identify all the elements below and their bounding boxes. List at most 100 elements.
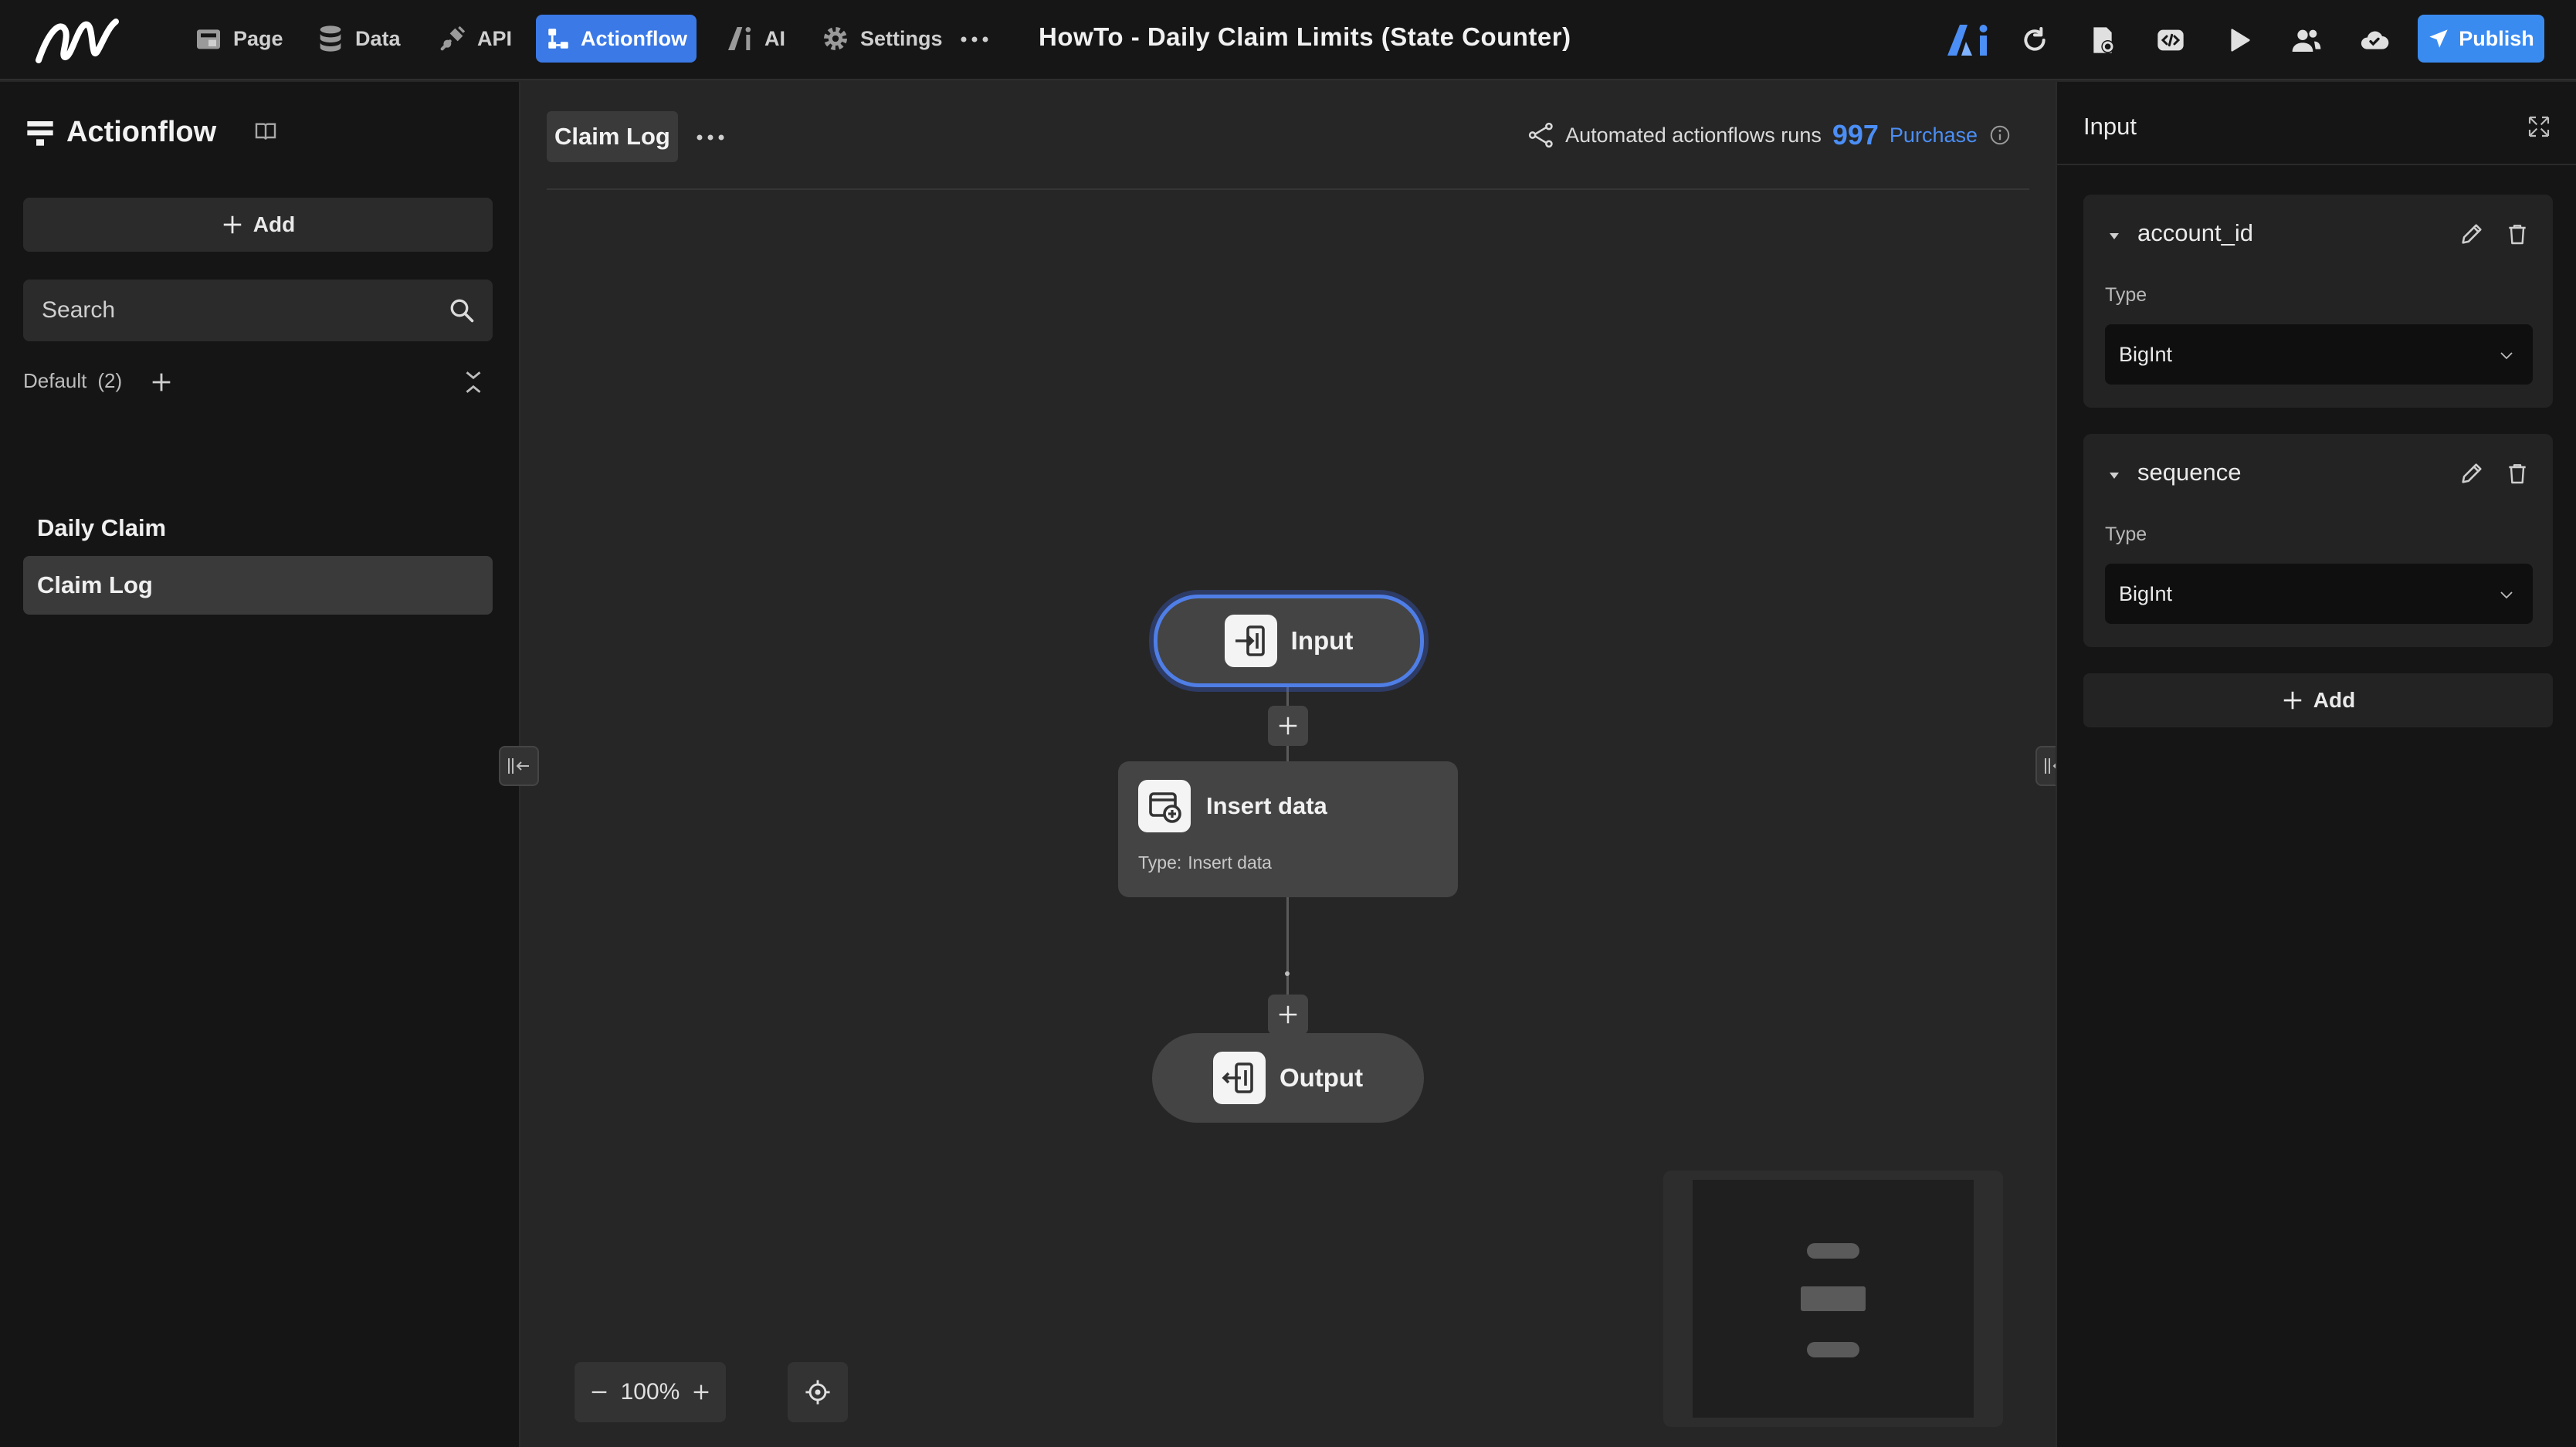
nav-api-label: API bbox=[477, 26, 513, 50]
zoom-controls: 100% bbox=[575, 1362, 726, 1422]
info-icon[interactable] bbox=[1988, 124, 2012, 147]
expand-icon[interactable] bbox=[2527, 114, 2551, 139]
edit-pencil-icon[interactable] bbox=[2459, 221, 2485, 247]
field-type-value: BigInt bbox=[2119, 342, 2173, 366]
database-icon bbox=[320, 25, 341, 52]
top-bar: Page Data API Actionflow AI Settings How… bbox=[0, 0, 2576, 80]
nav-actionflow[interactable]: Actionflow bbox=[536, 15, 697, 63]
fit-view-button[interactable] bbox=[788, 1362, 848, 1422]
nav-actionflow-label: Actionflow bbox=[581, 26, 687, 50]
ai-assistant-icon[interactable] bbox=[1946, 21, 1992, 59]
nav-page[interactable]: Page bbox=[184, 15, 293, 63]
insert-node-type: Type: Insert data bbox=[1138, 852, 1272, 873]
send-icon bbox=[2429, 29, 2448, 48]
trash-icon[interactable] bbox=[2505, 221, 2530, 247]
field-name: sequence bbox=[2137, 459, 2242, 486]
docs-book-icon[interactable] bbox=[253, 119, 278, 144]
add-field-button[interactable]: Add bbox=[2083, 673, 2553, 727]
field-type-select[interactable]: BigInt bbox=[2105, 324, 2533, 385]
sidebar-title: Actionflow bbox=[25, 116, 216, 149]
chevron-down-icon bbox=[2500, 352, 2513, 360]
preview-play-icon[interactable] bbox=[2219, 21, 2258, 59]
zoom-in-icon[interactable] bbox=[690, 1381, 712, 1403]
panel-divider bbox=[2057, 164, 2576, 165]
add-field-label: Add bbox=[2313, 688, 2356, 712]
field-card-sequence: sequence Type BigInt bbox=[2083, 434, 2553, 647]
output-node-label: Output bbox=[1279, 1063, 1364, 1092]
publish-button[interactable]: Publish bbox=[2418, 15, 2544, 63]
nav-data[interactable]: Data bbox=[306, 15, 410, 63]
page-icon bbox=[197, 29, 220, 49]
actionflow-icon bbox=[548, 29, 568, 49]
input-properties-panel: Input account_id Type BigInt sequence Ty… bbox=[2056, 82, 2576, 1447]
add-actionflow-button[interactable]: Add bbox=[23, 198, 493, 252]
plus-icon bbox=[2283, 691, 2302, 710]
flow-tab-label: Claim Log bbox=[554, 123, 670, 150]
nav-page-label: Page bbox=[233, 26, 283, 50]
nav-api[interactable]: API bbox=[428, 15, 521, 63]
caret-down-icon[interactable] bbox=[2107, 229, 2122, 244]
publish-label: Publish bbox=[2459, 26, 2534, 50]
add-group-item-icon[interactable] bbox=[148, 369, 175, 395]
collapse-left-icon bbox=[508, 758, 529, 774]
minimap[interactable] bbox=[1663, 1171, 2003, 1427]
insert-node-type-label: Type: bbox=[1138, 852, 1182, 873]
more-menu-icon[interactable] bbox=[958, 28, 991, 51]
file-settings-icon[interactable] bbox=[2083, 21, 2122, 59]
output-node-icon-box bbox=[1212, 1052, 1266, 1104]
crosshair-icon bbox=[805, 1380, 830, 1405]
field-card-account-id: account_id Type BigInt bbox=[2083, 195, 2553, 408]
edit-pencil-icon[interactable] bbox=[2459, 460, 2485, 486]
canvas-divider bbox=[547, 188, 2029, 190]
code-icon[interactable] bbox=[2151, 21, 2190, 59]
flow-more-icon[interactable] bbox=[693, 122, 727, 153]
cloud-sync-icon[interactable] bbox=[2355, 21, 2394, 59]
group-header[interactable]: Default (2) bbox=[23, 369, 122, 393]
runs-info: Automated actionflows runs 997 Purchase bbox=[1528, 119, 2012, 151]
add-step-button[interactable] bbox=[1268, 706, 1308, 746]
input-node[interactable]: Input bbox=[1154, 595, 1424, 687]
sidebar-title-text: Actionflow bbox=[66, 116, 217, 148]
output-node[interactable]: Output bbox=[1152, 1033, 1424, 1123]
field-type-value: BigInt bbox=[2119, 581, 2173, 605]
field-type-select[interactable]: BigInt bbox=[2105, 564, 2533, 624]
caret-down-icon[interactable] bbox=[2107, 468, 2122, 483]
insert-data-node[interactable]: Insert data Type: Insert data bbox=[1118, 761, 1458, 897]
field-type-label: Type bbox=[2105, 284, 2147, 306]
sidebar-item-label: Daily Claim bbox=[37, 514, 167, 541]
add-step-button[interactable] bbox=[1268, 995, 1308, 1035]
collapse-group-icon[interactable] bbox=[462, 369, 485, 395]
collapse-left-panel-handle[interactable] bbox=[499, 746, 539, 786]
sidebar-item-label: Claim Log bbox=[37, 571, 153, 598]
minimap-node bbox=[1801, 1286, 1866, 1311]
purchase-link[interactable]: Purchase bbox=[1890, 124, 1978, 147]
gear-icon bbox=[824, 27, 847, 50]
zoom-out-icon[interactable] bbox=[588, 1381, 610, 1403]
nav-ai-label: AI bbox=[764, 26, 785, 50]
nav-data-label: Data bbox=[355, 26, 401, 50]
actionflow-list-icon bbox=[27, 120, 53, 146]
app-logo[interactable] bbox=[34, 14, 120, 66]
search-input[interactable] bbox=[42, 280, 428, 341]
refresh-icon[interactable] bbox=[2015, 21, 2054, 59]
sidebar-item-claim-log[interactable]: Claim Log bbox=[23, 556, 493, 615]
search-box bbox=[23, 280, 493, 341]
plus-icon bbox=[223, 215, 242, 234]
api-plug-icon bbox=[440, 25, 466, 51]
nav-ai[interactable]: AI bbox=[715, 15, 795, 63]
input-arrow-icon bbox=[1235, 625, 1265, 656]
nav-settings[interactable]: Settings bbox=[811, 15, 952, 63]
users-icon[interactable] bbox=[2287, 21, 2326, 59]
flow-tab[interactable]: Claim Log bbox=[547, 111, 678, 162]
plus-icon bbox=[1279, 717, 1297, 735]
search-icon[interactable] bbox=[448, 297, 476, 324]
field-type-label: Type bbox=[2105, 524, 2147, 545]
flow-canvas[interactable]: Claim Log Automated actionflows runs 997… bbox=[499, 82, 2076, 1447]
sidebar-item-daily-claim[interactable]: Daily Claim bbox=[23, 499, 493, 557]
group-name: Default bbox=[23, 369, 87, 392]
project-title: HowTo - Daily Claim Limits (State Counte… bbox=[1039, 22, 1571, 51]
field-name: account_id bbox=[2137, 219, 2253, 246]
plus-icon bbox=[1279, 1005, 1297, 1024]
trash-icon[interactable] bbox=[2505, 460, 2530, 486]
ai-icon bbox=[728, 27, 751, 50]
